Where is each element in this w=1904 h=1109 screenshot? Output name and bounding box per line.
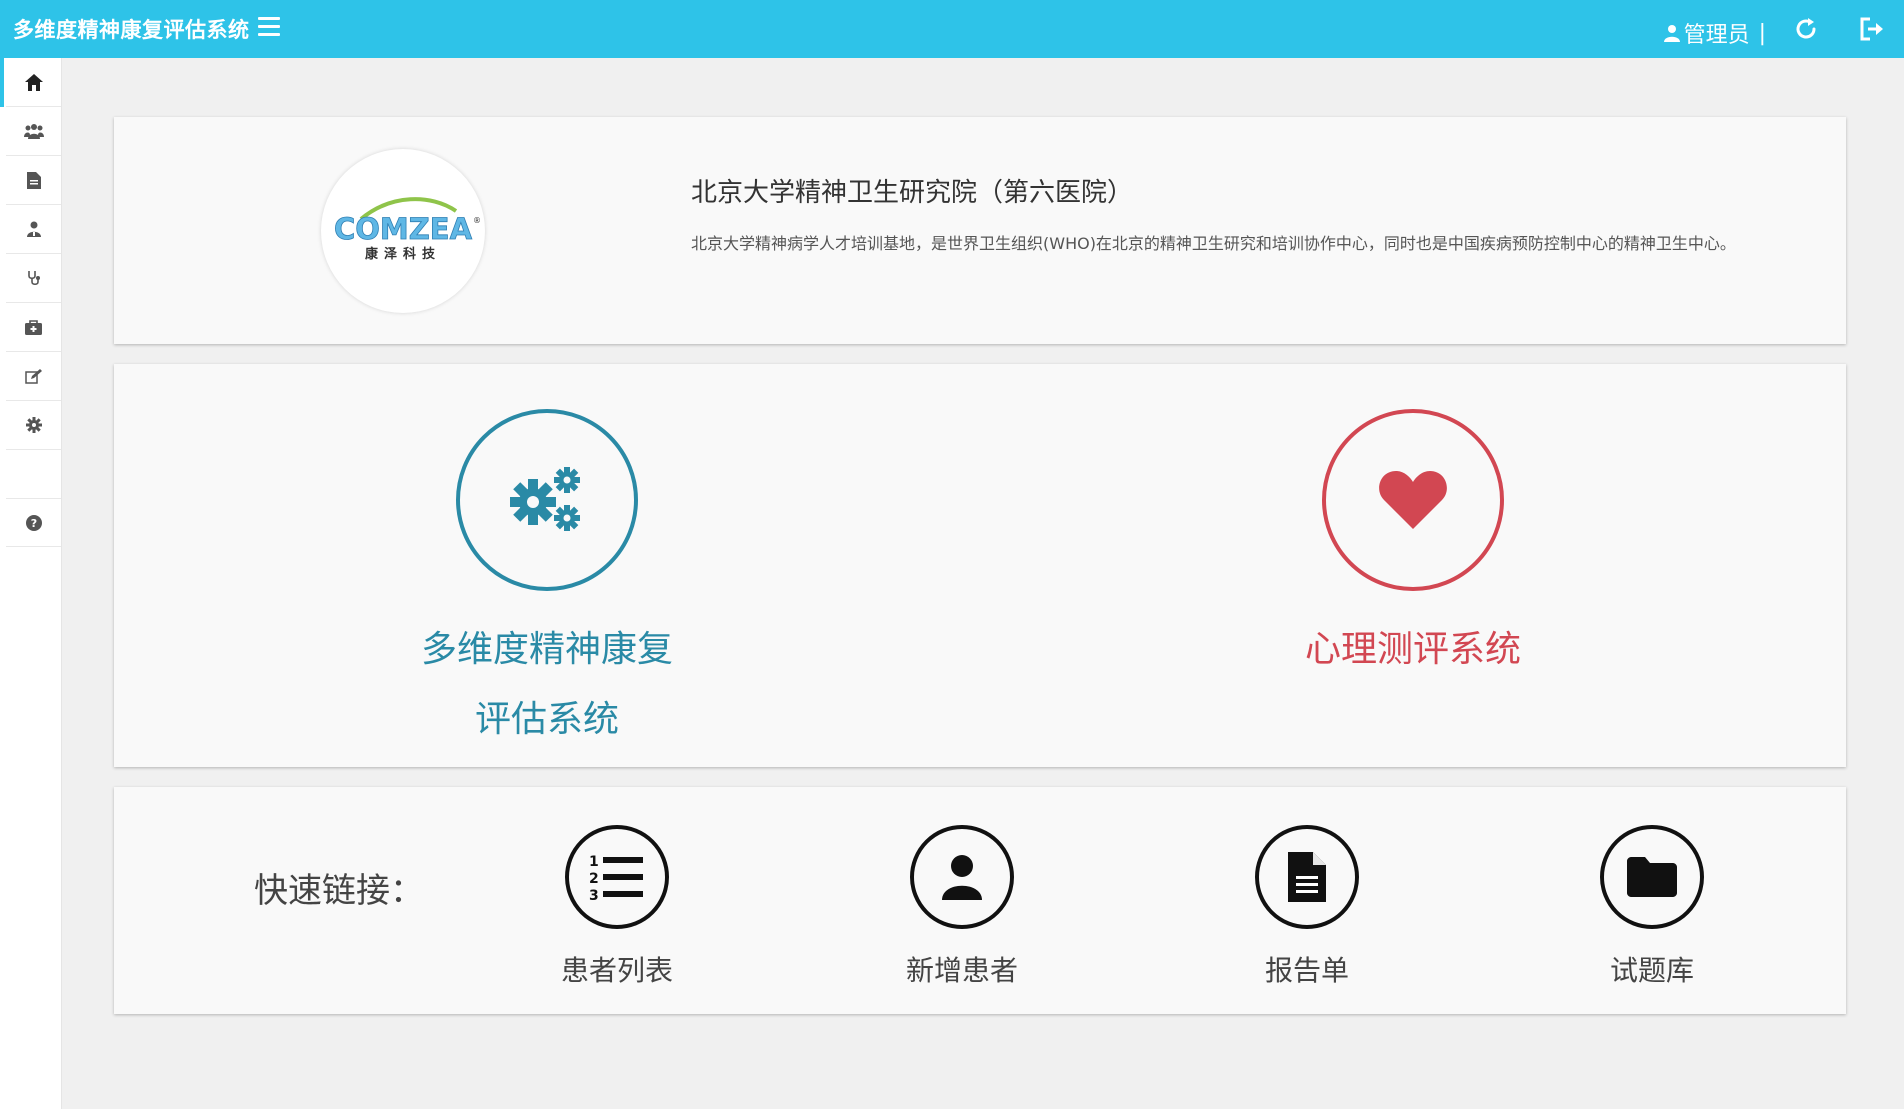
sidebar-item-doctors[interactable] [6, 205, 61, 254]
sidebar-item-users[interactable] [6, 107, 61, 156]
quick-link-label: 试题库 [1609, 954, 1694, 987]
report-icon [1288, 852, 1326, 902]
sidebar-item-assessment[interactable] [6, 352, 61, 401]
quick-link-label: 患者列表 [560, 954, 673, 987]
medkit-icon [25, 319, 42, 335]
user-icon [942, 855, 982, 900]
quick-link-add-patient[interactable]: 新增患者 [862, 825, 1062, 989]
quick-link-circle [1255, 825, 1359, 929]
logo-text: COMZEA [334, 212, 473, 246]
home-icon [24, 73, 43, 91]
user-icon [1663, 25, 1680, 42]
sidebar-item-documents[interactable] [6, 156, 61, 205]
users-icon [23, 124, 44, 139]
hospital-info-card: COMZEA ® 康泽科技 北京大学精神卫生研究院（第六医院） 北京大学精神病学… [114, 117, 1846, 344]
user-menu[interactable]: 管理员 | [1663, 17, 1766, 49]
svg-text:®: ® [473, 216, 481, 225]
help-icon: ? [25, 514, 42, 531]
user-doctor-icon [26, 221, 41, 237]
separator: | [1758, 20, 1766, 46]
quick-link-patient-list[interactable]: 1 2 3 患者列表 [517, 825, 717, 989]
sidebar-item-medical[interactable] [6, 303, 61, 352]
sidebar-item-diagnosis[interactable] [6, 254, 61, 303]
quick-link-circle [910, 825, 1014, 929]
quick-links-card: 快速链接： 1 2 3 患者列表 新增患者 报告单 试题库 [114, 787, 1846, 1014]
quick-link-circle: 1 2 3 [565, 825, 669, 929]
sidebar-item-help[interactable]: ? [6, 498, 61, 547]
heart-icon [1379, 471, 1447, 529]
svg-text:1: 1 [589, 854, 599, 870]
system-title: 心理测评系统 [1304, 629, 1521, 670]
menu-toggle-icon[interactable] [258, 17, 280, 37]
svg-text:3: 3 [589, 888, 599, 901]
stethoscope-icon [27, 271, 40, 286]
gears-icon [510, 467, 580, 531]
folder-icon [1627, 857, 1677, 897]
top-bar: 多维度精神康复评估系统 管理员 | [0, 0, 1904, 58]
logo-subtext: 康泽科技 [365, 246, 441, 262]
system-icon-circle [456, 409, 638, 591]
system-rehab-assessment[interactable]: 多维度精神康复 评估系统 [347, 409, 747, 755]
refresh-icon[interactable] [1793, 16, 1819, 42]
system-psych-assessment[interactable]: 心理测评系统 [1213, 409, 1613, 685]
username: 管理员 [1683, 23, 1750, 48]
hospital-name: 北京大学精神卫生研究院（第六医院） [691, 178, 1134, 208]
gear-icon [25, 417, 42, 433]
quick-links-label: 快速链接： [254, 871, 424, 911]
sidebar-item-settings[interactable] [6, 401, 61, 450]
sidebar-item-home[interactable] [0, 58, 61, 107]
comzea-logo-icon: COMZEA ® 康泽科技 [334, 197, 481, 262]
quick-link-question-bank[interactable]: 试题库 [1552, 825, 1752, 989]
logout-icon[interactable] [1858, 16, 1886, 42]
app-title: 多维度精神康复评估系统 [13, 18, 250, 42]
hospital-description: 北京大学精神病学人才培训基地，是世界卫生组织(WHO)在北京的精神卫生研究和培训… [691, 234, 1736, 253]
system-title-line1: 多维度精神康复 [420, 629, 673, 670]
edit-icon [25, 368, 42, 384]
system-title-line2: 评估系统 [474, 699, 619, 740]
system-icon-circle [1322, 409, 1504, 591]
systems-card: 多维度精神康复 评估系统 心理测评系统 [114, 364, 1846, 767]
svg-text:?: ? [30, 517, 36, 530]
quick-link-circle [1600, 825, 1704, 929]
system-title: 多维度精神康复 评估系统 [347, 615, 747, 755]
quick-link-label: 报告单 [1264, 954, 1349, 987]
quick-link-report[interactable]: 报告单 [1207, 825, 1407, 989]
quick-link-label: 新增患者 [905, 954, 1018, 987]
sidebar: ? [0, 58, 62, 1109]
svg-text:2: 2 [589, 871, 599, 887]
document-icon [26, 171, 41, 189]
company-logo: COMZEA ® 康泽科技 [321, 149, 485, 313]
numbered-list-icon: 1 2 3 [589, 854, 643, 901]
